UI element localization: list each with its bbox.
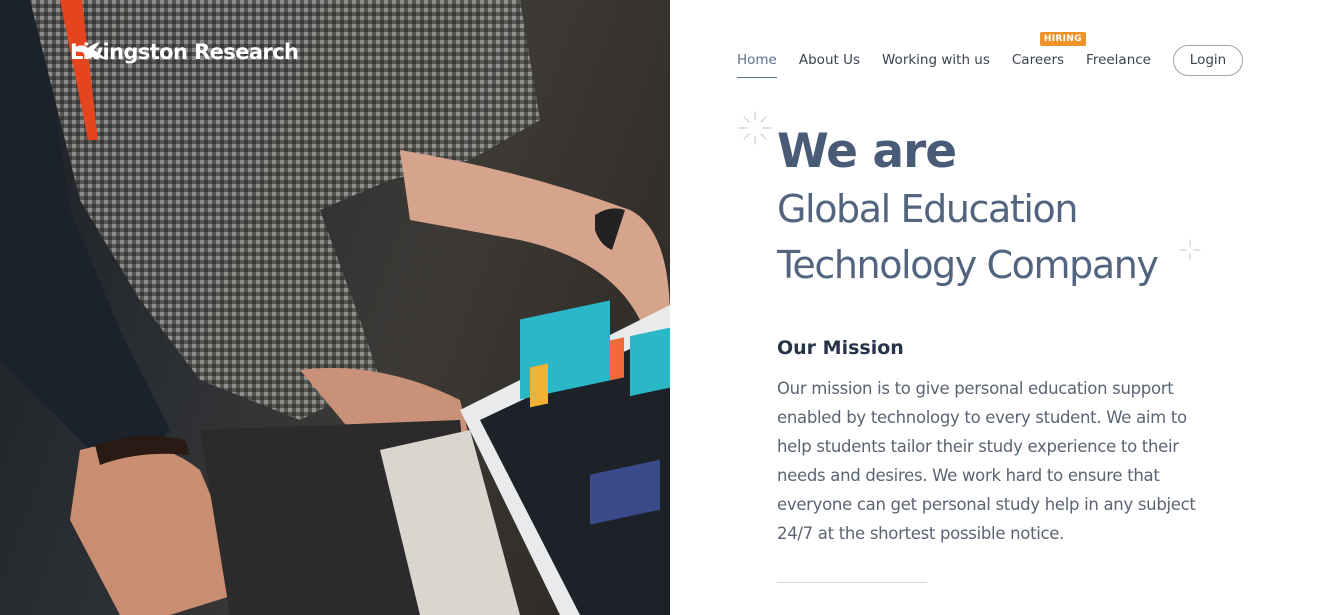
sparkle-icon (738, 111, 772, 145)
nav-about-us-label: About Us (798, 52, 860, 68)
nav-working-with-us[interactable]: Working with us (882, 44, 990, 76)
nav-freelance[interactable]: Freelance (1086, 44, 1151, 76)
main-nav: Home About Us Working with us HIRING Car… (737, 32, 1243, 78)
mission-body: Our mission is to give personal educatio… (777, 379, 1196, 543)
nav-careers-label: Careers (1011, 52, 1065, 68)
hero-subheadline-line-2: Technology Company (777, 243, 1159, 287)
hiring-badge: HIRING (1039, 32, 1086, 46)
nav-home[interactable]: Home (737, 44, 777, 78)
divider (777, 582, 927, 583)
hero-photo: Livingston Research (0, 0, 670, 615)
brand-logo[interactable]: Livingston Research (70, 40, 299, 64)
nav-freelance-label: Freelance (1086, 52, 1151, 68)
nav-careers[interactable]: HIRING Careers (1011, 32, 1086, 76)
sparkle-small-icon (1179, 239, 1201, 261)
hero-photo-illustration (0, 0, 670, 615)
landing-page: Livingston Research Home About Us Workin… (0, 0, 1343, 615)
hero-headline: We are (777, 124, 957, 179)
nav-working-with-us-label: Working with us (882, 52, 990, 68)
mission-title: Our Mission (777, 337, 904, 359)
nav-about-us[interactable]: About Us (799, 44, 860, 76)
login-button[interactable]: Login (1173, 44, 1243, 76)
nav-home-label: Home (737, 52, 777, 68)
login-button-label: Login (1189, 52, 1227, 68)
hero-subheadline-line-1: Global Education (777, 187, 1078, 231)
